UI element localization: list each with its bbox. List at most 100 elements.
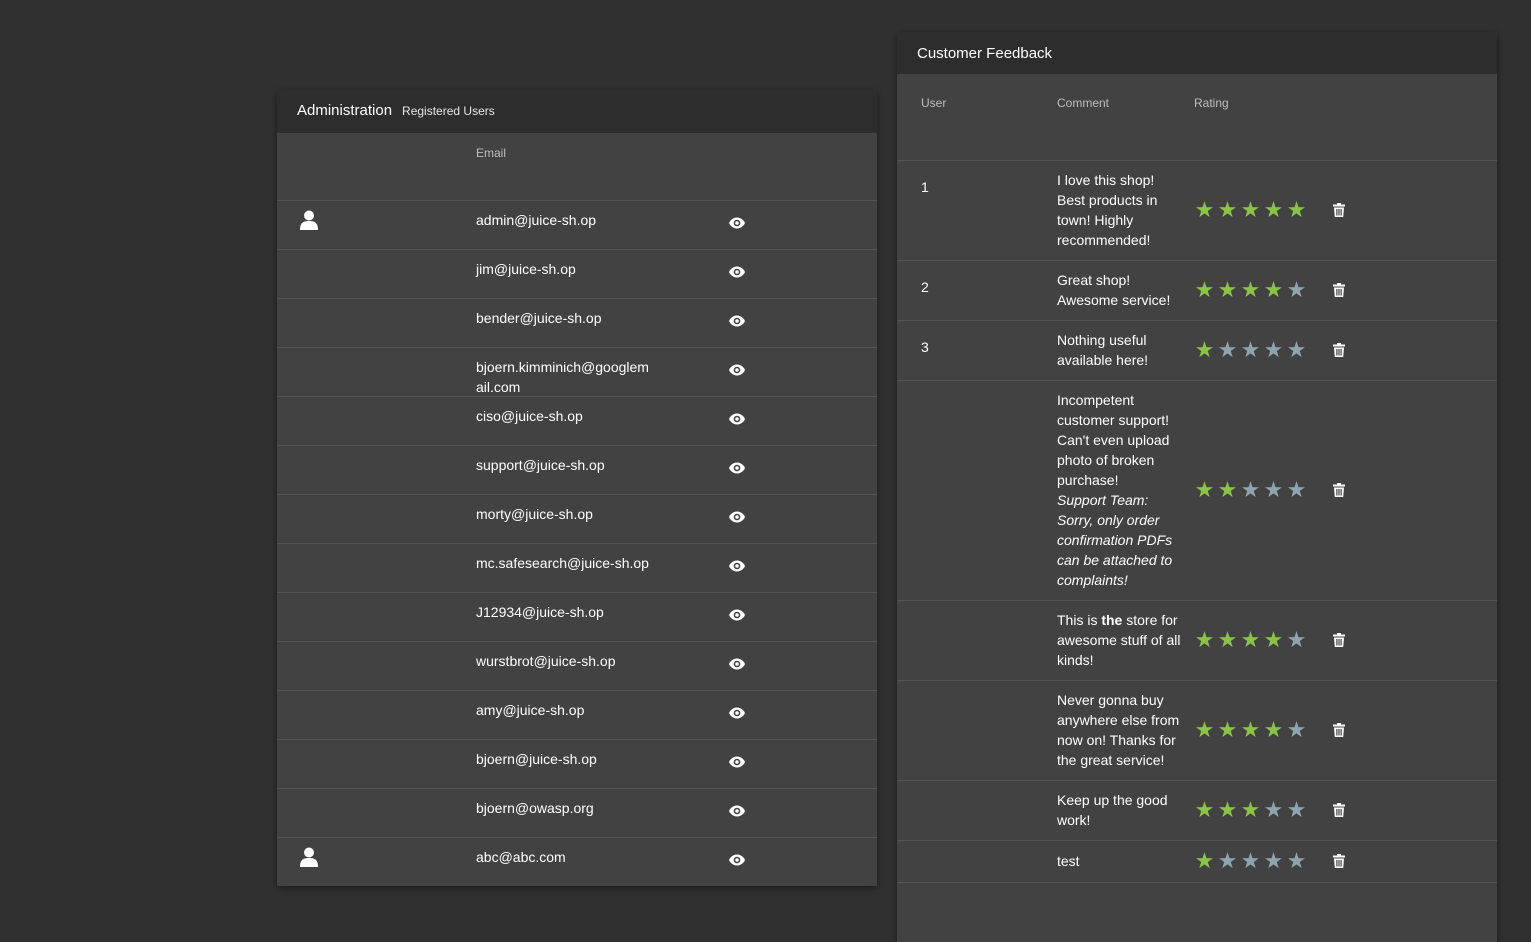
trash-icon[interactable]: [1333, 803, 1345, 817]
support-reply: Support Team: Sorry, only order confirma…: [1057, 492, 1173, 588]
eye-icon[interactable]: [729, 265, 745, 283]
comment-text: Incompetent customer support! Can't even…: [1057, 392, 1170, 488]
eye-icon[interactable]: [729, 804, 745, 822]
user-email: amy@juice-sh.op: [476, 702, 585, 718]
rating-stars: ★ ★ ★ ★ ★: [1193, 479, 1321, 501]
trash-icon[interactable]: [1333, 203, 1345, 217]
user-email: bjoern@owasp.org: [476, 800, 594, 816]
table-row: admin@juice-sh.op: [277, 201, 877, 250]
trash-icon[interactable]: [1333, 633, 1345, 647]
star-icon: ★: [1263, 717, 1284, 742]
user-email: jim@juice-sh.op: [476, 261, 576, 277]
column-header-user[interactable]: User: [921, 96, 946, 110]
trash-icon[interactable]: [1333, 854, 1345, 868]
star-icon: ★: [1217, 477, 1238, 502]
table-row: abc@abc.com: [277, 838, 877, 886]
star-icon: ★: [1217, 277, 1238, 302]
table-row: jim@juice-sh.op: [277, 250, 877, 299]
star-icon: ★: [1286, 848, 1307, 873]
eye-icon[interactable]: [729, 755, 745, 773]
star-icon: ★: [1217, 337, 1238, 362]
eye-icon[interactable]: [729, 314, 745, 332]
column-header-comment[interactable]: Comment: [1057, 96, 1109, 110]
user-email: morty@juice-sh.op: [476, 506, 593, 522]
trash-icon[interactable]: [1333, 483, 1345, 497]
star-icon: ★: [1194, 477, 1215, 502]
comment-text: test: [1057, 853, 1080, 869]
comment-text: This is: [1057, 612, 1102, 628]
star-icon: ★: [1263, 197, 1284, 222]
table-row: bender@juice-sh.op: [277, 299, 877, 348]
star-icon: ★: [1263, 627, 1284, 652]
user-email: abc@abc.com: [476, 849, 566, 865]
star-icon: ★: [1217, 797, 1238, 822]
table-row: 3 Nothing useful available here! ★ ★ ★ ★ ★: [897, 321, 1497, 381]
star-icon: ★: [1240, 477, 1261, 502]
trash-icon[interactable]: [1333, 723, 1345, 737]
star-icon: ★: [1286, 717, 1307, 742]
column-header-email[interactable]: Email: [476, 146, 506, 160]
eye-icon[interactable]: [729, 706, 745, 724]
comment-text: I love this shop! Best products in town!…: [1057, 172, 1158, 248]
user-icon: [300, 210, 318, 235]
table-row: test ★ ★ ★ ★ ★: [897, 841, 1497, 883]
table-row: 1 I love this shop! Best products in town…: [897, 161, 1497, 261]
user-email: bender@juice-sh.op: [476, 310, 602, 326]
table-row: Never gonna buy anywhere else from now o…: [897, 681, 1497, 781]
star-icon: ★: [1240, 197, 1261, 222]
user-email: bjoern@juice-sh.op: [476, 751, 597, 767]
table-row: morty@juice-sh.op: [277, 495, 877, 544]
star-icon: ★: [1194, 277, 1215, 302]
star-icon: ★: [1286, 627, 1307, 652]
users-subtitle: Registered Users: [402, 104, 495, 118]
table-row: J12934@juice-sh.op: [277, 593, 877, 642]
table-row: mc.safesearch@juice-sh.op: [277, 544, 877, 593]
users-card-header: Administration Registered Users: [277, 90, 877, 133]
eye-icon[interactable]: [729, 461, 745, 479]
feedback-user: 3: [921, 339, 929, 355]
star-icon: ★: [1286, 197, 1307, 222]
star-icon: ★: [1194, 797, 1215, 822]
feedback-user: 1: [921, 179, 929, 195]
star-icon: ★: [1240, 717, 1261, 742]
eye-icon[interactable]: [729, 412, 745, 430]
rating-stars: ★ ★ ★ ★ ★: [1193, 629, 1321, 651]
column-header-rating[interactable]: Rating: [1194, 96, 1229, 110]
rating-stars: ★ ★ ★ ★ ★: [1193, 339, 1321, 361]
rating-stars: ★ ★ ★ ★ ★: [1193, 799, 1321, 821]
star-icon: ★: [1240, 848, 1261, 873]
comment-text: Nothing useful available here!: [1057, 332, 1149, 368]
users-table-body: admin@juice-sh.op jim@juice-sh.op bender@j…: [277, 201, 877, 886]
star-icon: ★: [1263, 848, 1284, 873]
feedback-comment: I love this shop! Best products in town!…: [1057, 170, 1185, 250]
star-icon: ★: [1240, 797, 1261, 822]
user-email: mc.safesearch@juice-sh.op: [476, 555, 649, 571]
eye-icon[interactable]: [729, 559, 745, 577]
user-email: admin@juice-sh.op: [476, 212, 597, 228]
eye-icon[interactable]: [729, 853, 745, 871]
eye-icon[interactable]: [729, 216, 745, 234]
star-icon: ★: [1286, 797, 1307, 822]
eye-icon[interactable]: [729, 510, 745, 528]
trash-icon[interactable]: [1333, 283, 1345, 297]
feedback-card-header: Customer Feedback: [897, 32, 1497, 74]
rating-stars: ★ ★ ★ ★ ★: [1193, 279, 1321, 301]
rating-stars: ★ ★ ★ ★ ★: [1193, 850, 1321, 872]
table-row: amy@juice-sh.op: [277, 691, 877, 740]
star-icon: ★: [1263, 477, 1284, 502]
user-email: ciso@juice-sh.op: [476, 408, 583, 424]
star-icon: ★: [1217, 197, 1238, 222]
user-email: wurstbrot@juice-sh.op: [476, 653, 616, 669]
user-email: bjoern.kimminich@googlemail.com: [476, 359, 649, 395]
user-email: support@juice-sh.op: [476, 457, 605, 473]
rating-stars: ★ ★ ★ ★ ★: [1193, 199, 1321, 221]
eye-icon[interactable]: [729, 657, 745, 675]
comment-text: Never gonna buy anywhere else from now o…: [1057, 692, 1180, 768]
rating-stars: ★ ★ ★ ★ ★: [1193, 719, 1321, 741]
eye-icon[interactable]: [729, 363, 745, 381]
eye-icon[interactable]: [729, 608, 745, 626]
trash-icon[interactable]: [1333, 343, 1345, 357]
star-icon: ★: [1194, 627, 1215, 652]
star-icon: ★: [1263, 277, 1284, 302]
feedback-comment: test: [1057, 851, 1185, 871]
